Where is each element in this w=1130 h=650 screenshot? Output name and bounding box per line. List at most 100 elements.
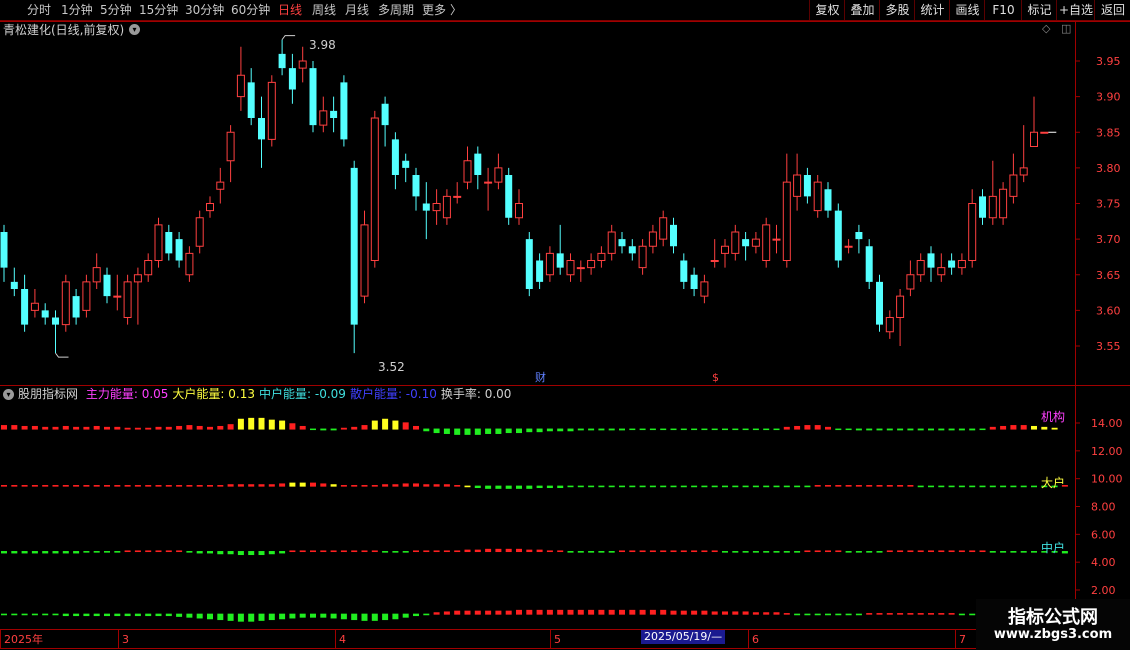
energy-zhonghu-78 — [804, 550, 811, 553]
energy-sanhu-81 — [835, 613, 842, 616]
energy-zhonghu-48 — [495, 548, 502, 553]
toolbar-button-5[interactable]: F10 — [984, 0, 1022, 20]
energy-zhonghu-57 — [588, 551, 595, 553]
energy-dahu-27 — [279, 483, 286, 487]
energy-sanhu-94 — [969, 613, 976, 616]
toolbar-button-1[interactable]: 叠加 — [844, 0, 880, 20]
toolbar-button-6[interactable]: 标记 — [1021, 0, 1057, 20]
energy-dahu-44 — [454, 485, 461, 487]
energy-jigou-30 — [310, 428, 316, 431]
energy-zhonghu-65 — [670, 550, 677, 553]
energy-sanhu-86 — [886, 613, 893, 615]
candle-body-32 — [330, 110, 338, 118]
toolbar-button-4[interactable]: 画线 — [949, 0, 985, 20]
candle-body-12 — [123, 281, 132, 318]
dividend-marker[interactable]: $ — [712, 371, 719, 385]
energy-sanhu-76 — [783, 613, 790, 615]
energy-sanhu-29 — [299, 613, 306, 618]
timeframe-10[interactable]: 更多 — [422, 2, 446, 18]
energy-sanhu-53 — [546, 609, 553, 615]
title-dropdown-icon[interactable]: ▾ — [129, 24, 140, 35]
energy-sanhu-70 — [722, 611, 728, 615]
energy-jigou-12 — [124, 427, 131, 430]
energy-jigou-52 — [536, 428, 543, 433]
watermark-logo: 指标公式网 www.zbgs3.com — [976, 599, 1130, 650]
energy-sanhu-18 — [186, 613, 193, 618]
energy-zhonghu-66 — [680, 550, 687, 553]
energy-sanhu-30 — [310, 613, 316, 618]
watermark-url: www.zbgs3.com — [993, 627, 1113, 642]
candle-48 — [494, 153, 503, 190]
timeframe-2[interactable]: 5分钟 — [100, 2, 132, 18]
energy-jigou-54 — [557, 428, 564, 432]
timeframe-8[interactable]: 月线 — [345, 2, 369, 18]
energy-jigou-96 — [989, 426, 996, 430]
candle-85 — [876, 274, 883, 332]
timeframe-7[interactable]: 周线 — [312, 2, 336, 18]
energy-jigou-19 — [196, 425, 203, 430]
candle-body-23 — [236, 74, 245, 98]
energy-dahu-49 — [505, 485, 512, 489]
panel-toggle-icon[interactable]: ◫ — [1061, 22, 1071, 36]
energy-dahu-46 — [474, 485, 481, 489]
energy-sanhu-14 — [145, 613, 152, 617]
energy-dahu-13 — [134, 485, 141, 487]
energy-jigou-34 — [351, 426, 358, 430]
timeframe-4[interactable]: 30分钟 — [185, 2, 224, 18]
candle-body-89 — [916, 260, 925, 276]
candle-body-79 — [813, 181, 822, 212]
toolbar-button-3[interactable]: 统计 — [914, 0, 950, 20]
energy-jigou-102 — [1051, 427, 1058, 430]
toolbar-button-2[interactable]: 多股 — [879, 0, 915, 20]
timeframe-6[interactable]: 日线 — [278, 2, 302, 18]
candle-body-99 — [1019, 167, 1028, 176]
energy-zhonghu-15 — [155, 550, 162, 553]
candle-body-30 — [309, 68, 317, 126]
energy-dahu-84 — [866, 485, 873, 487]
toolbar-button-8[interactable]: 返回 — [1094, 0, 1130, 20]
energy-zhonghu-18 — [186, 551, 193, 553]
energy-dahu-29 — [299, 482, 306, 487]
candle-body-74 — [762, 224, 771, 261]
energy-zhonghu-71 — [732, 551, 739, 553]
energy-dahu-59 — [608, 485, 615, 488]
energy-zhonghu-43 — [443, 550, 450, 553]
candle-16 — [165, 224, 173, 261]
energy-jigou-26 — [268, 419, 275, 430]
candle-body-36 — [370, 117, 379, 261]
energy-sanhu-47 — [485, 610, 492, 615]
financial-report-marker[interactable]: 财 — [535, 371, 546, 385]
timeframe-0[interactable]: 分时 — [27, 2, 51, 18]
energy-dahu-67 — [691, 485, 698, 488]
energy-jigou-62 — [639, 428, 646, 431]
timeframe-9[interactable]: 多周期 — [378, 2, 414, 18]
toolbar-button-0[interactable]: 复权 — [809, 0, 845, 20]
indicator-field-4: 换手率: 0.00 — [440, 387, 512, 401]
energy-dahu-39 — [402, 483, 409, 487]
energy-zhonghu-14 — [145, 550, 152, 553]
energy-zhonghu-33 — [340, 550, 347, 553]
toolbar-button-7[interactable]: +自选 — [1056, 0, 1095, 20]
ind-tick-label-2: 10.00 — [1091, 473, 1123, 486]
candle-body-59 — [607, 231, 616, 254]
candle-93 — [957, 253, 966, 275]
energy-zhonghu-68 — [701, 550, 708, 553]
timeframe-1[interactable]: 1分钟 — [61, 2, 93, 18]
energy-zhonghu-51 — [526, 549, 533, 553]
energy-zhonghu-40 — [413, 550, 419, 553]
stock-chart[interactable]: 3.95 3.90 3.85 3.80 3.75 3.70 3.65 3.60 3.55 14.… — [0, 21, 1130, 650]
top-toolbar: 分时 1分钟 5分钟 15分钟 30分钟 60分钟 日线 周线 月线 多周期 更多〉 复权 叠加 多股统… — [0, 0, 1130, 21]
energy-dahu-42 — [433, 484, 440, 487]
energy-sanhu-33 — [340, 613, 347, 620]
energy-sanhu-32 — [330, 613, 337, 619]
candle-39 — [402, 153, 410, 183]
energy-dahu-8 — [83, 485, 90, 487]
diamond-icon[interactable]: ◇ — [1042, 22, 1050, 36]
indicator-dropdown-icon[interactable]: ▾ — [3, 389, 14, 400]
timeframe-5[interactable]: 60分钟 — [231, 2, 270, 18]
energy-sanhu-90 — [928, 613, 934, 615]
energy-jigou-41 — [423, 428, 430, 432]
energy-sanhu-27 — [279, 613, 286, 620]
more-chevron-icon[interactable]: 〉 — [450, 2, 462, 18]
timeframe-3[interactable]: 15分钟 — [139, 2, 178, 18]
